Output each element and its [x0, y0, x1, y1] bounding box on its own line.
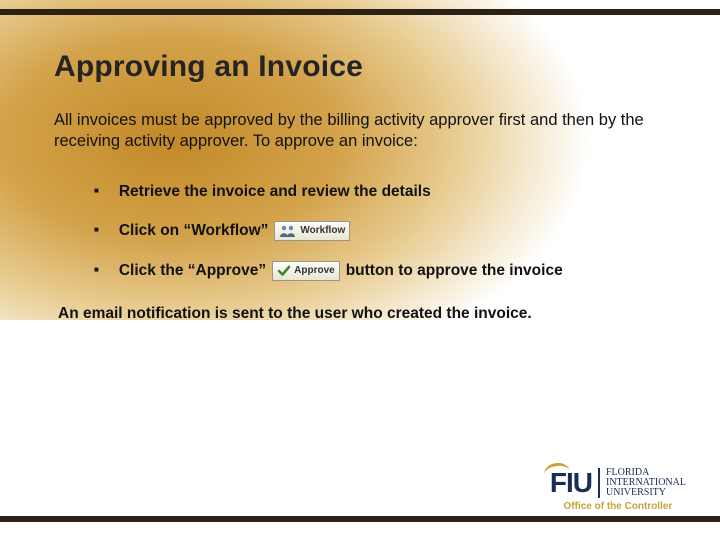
step-text: Click on “Workflow”	[119, 222, 269, 240]
step-text-post: button to approve the invoice	[346, 262, 563, 280]
intro-paragraph: All invoices must be approved by the bil…	[54, 110, 670, 153]
top-border-bar	[0, 9, 720, 15]
workflow-button-chip: Workflow	[274, 221, 350, 241]
list-item: Retrieve the invoice and review the deta…	[94, 183, 670, 201]
steps-list: Retrieve the invoice and review the deta…	[94, 183, 670, 281]
step-text: Click the “Approve”	[119, 262, 266, 280]
swoosh-icon	[543, 461, 572, 484]
people-icon	[279, 225, 297, 237]
approve-button-chip: Approve	[272, 261, 340, 281]
fiu-wordmark: FIU	[550, 467, 592, 499]
chip-label: Approve	[294, 265, 335, 276]
list-item: Click the “Approve” Approve button to ap…	[94, 261, 670, 281]
bottom-border-bar	[0, 516, 720, 522]
step-text: Retrieve the invoice and review the deta…	[119, 183, 431, 201]
fiu-logo: FIU Florida International University Off…	[550, 467, 686, 512]
closing-paragraph: An email notification is sent to the use…	[58, 305, 670, 323]
slide-content: Approving an Invoice All invoices must b…	[0, 0, 720, 323]
slide-title: Approving an Invoice	[54, 50, 670, 84]
office-label: Office of the Controller	[550, 501, 686, 512]
list-item: Click on “Workflow” Workflow	[94, 221, 670, 241]
university-name: Florida International University	[598, 468, 686, 498]
univ-line: University	[606, 488, 686, 498]
checkmark-icon	[277, 265, 291, 277]
chip-label: Workflow	[300, 225, 345, 236]
